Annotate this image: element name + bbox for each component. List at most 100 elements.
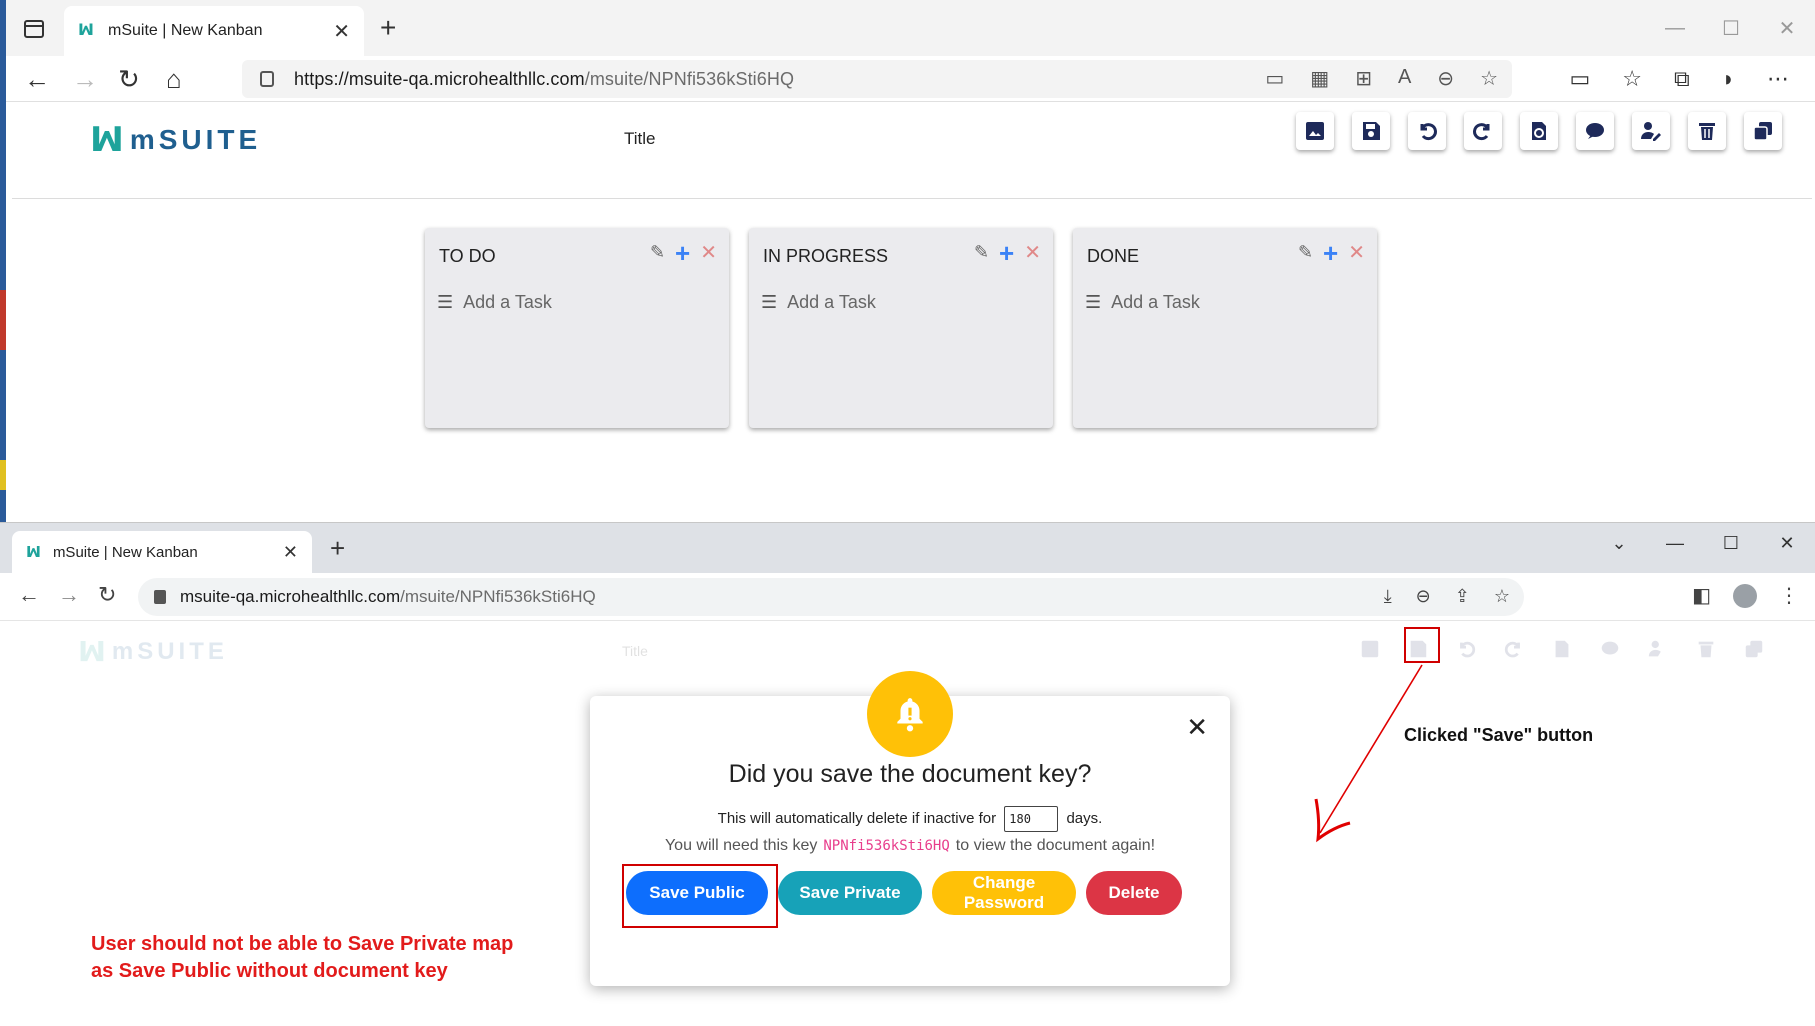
- copy-button[interactable]: [1744, 112, 1782, 150]
- minimize-icon[interactable]: —: [1647, 523, 1703, 563]
- remove-column-icon[interactable]: ✕: [700, 240, 717, 265]
- address-bar[interactable]: https://msuite-qa.microhealthllc.com/msu…: [242, 60, 1512, 98]
- close-icon[interactable]: ✕: [1186, 714, 1208, 740]
- kanban-column-todo: TO DO ✎ + ✕ ☰ Add a Task: [425, 228, 729, 428]
- copy-icon: [1753, 122, 1772, 141]
- favorites-icon[interactable]: ☆: [1622, 66, 1642, 92]
- share-icon[interactable]: ⇪: [1455, 586, 1470, 607]
- comment-button[interactable]: [1576, 112, 1614, 150]
- msuite-logo-icon: ꟽ: [78, 636, 106, 667]
- column-actions: ✎ + ✕: [1298, 240, 1365, 266]
- side-panel-icon[interactable]: ◧: [1692, 583, 1711, 608]
- inactive-days-input[interactable]: 180: [1004, 806, 1059, 832]
- qr-code-icon[interactable]: ▦: [1310, 66, 1329, 91]
- restore-button[interactable]: [1520, 112, 1558, 150]
- annotation-line-1: User should not be able to Save Private …: [91, 933, 514, 955]
- add-task-label: Add a Task: [1111, 292, 1200, 312]
- comment-icon: [1586, 123, 1604, 139]
- annotation-issue-note: User should not be able to Save Private …: [91, 931, 551, 985]
- address-bar-icons: ▭ ▦ ⊞ A ⊖ ☆: [1265, 66, 1498, 91]
- add-task-button[interactable]: ☰ Add a Task: [1085, 292, 1200, 313]
- user-edit-icon: [1641, 122, 1661, 141]
- tab-search-icon[interactable]: ⌄: [1591, 523, 1647, 563]
- add-task-button[interactable]: ☰ Add a Task: [761, 292, 876, 313]
- trash-icon: [1699, 123, 1715, 140]
- home-icon[interactable]: ⌂: [166, 64, 182, 94]
- copy-button: [1738, 633, 1770, 665]
- save-private-button[interactable]: Save Private: [778, 871, 922, 915]
- reload-icon[interactable]: ↻: [118, 64, 140, 94]
- lock-icon[interactable]: [260, 71, 274, 87]
- maximize-icon[interactable]: ☐: [1703, 0, 1759, 56]
- profile-icon[interactable]: ◗: [1722, 66, 1735, 92]
- forward-icon[interactable]: →: [58, 582, 80, 608]
- document-title[interactable]: Title: [624, 129, 656, 149]
- url-text: msuite-qa.microhealthllc.com/msuite/NPNf…: [180, 587, 596, 607]
- apps-icon[interactable]: ⊞: [1355, 66, 1372, 91]
- bookmark-icon[interactable]: ☆: [1494, 586, 1510, 607]
- zoom-out-icon[interactable]: ⊖: [1437, 66, 1454, 91]
- delete-button[interactable]: [1688, 112, 1726, 150]
- collections-icon[interactable]: ⧉: [1674, 66, 1690, 92]
- msuite-logo-icon: ꟽ: [90, 121, 124, 159]
- add-column-icon[interactable]: +: [675, 240, 690, 266]
- add-task-button[interactable]: ☰ Add a Task: [437, 292, 552, 313]
- browser-tab[interactable]: ꟽ mSuite | New Kanban ✕: [64, 6, 364, 56]
- more-menu-icon[interactable]: ⋯: [1767, 66, 1789, 92]
- redo-button[interactable]: [1464, 112, 1502, 150]
- address-bar[interactable]: msuite-qa.microhealthllc.com/msuite/NPNf…: [138, 578, 1524, 616]
- annotation-clicked-save: Clicked "Save" button: [1404, 725, 1594, 745]
- browser-tools: ▭ ☆ ⧉ ◗ ⋯: [1569, 66, 1789, 92]
- back-icon[interactable]: ←: [24, 64, 50, 94]
- new-tab-icon[interactable]: +: [380, 14, 396, 42]
- profile-avatar-icon[interactable]: [1733, 583, 1757, 608]
- column-actions: ✎ + ✕: [974, 240, 1041, 266]
- remove-column-icon[interactable]: ✕: [1348, 240, 1365, 265]
- close-window-icon[interactable]: ✕: [1759, 0, 1815, 56]
- change-password-button[interactable]: Change Password: [932, 871, 1076, 915]
- document-key-text: You will need this key NPNfi536kSti6HQ to …: [590, 837, 1230, 855]
- user-edit-button[interactable]: [1632, 112, 1670, 150]
- add-favorite-icon[interactable]: ☆: [1480, 66, 1498, 91]
- more-menu-icon[interactable]: ⋮: [1779, 583, 1799, 608]
- browser-tab[interactable]: ꟽ mSuite | New Kanban ✕: [12, 531, 312, 573]
- document-key: NPNfi536kSti6HQ: [823, 838, 950, 854]
- image-icon: [1306, 122, 1324, 140]
- add-task-label: Add a Task: [463, 292, 552, 312]
- reload-icon[interactable]: ↻: [98, 582, 116, 608]
- new-tab-icon[interactable]: +: [330, 533, 345, 564]
- undo-button[interactable]: [1408, 112, 1446, 150]
- install-app-icon[interactable]: ⤓: [1384, 586, 1392, 607]
- bell-badge: [867, 671, 953, 757]
- pin-icon[interactable]: ✎: [974, 242, 989, 263]
- tab-actions-icon[interactable]: [24, 20, 44, 38]
- image-button[interactable]: [1296, 112, 1334, 150]
- tab-close-icon[interactable]: ✕: [333, 19, 350, 44]
- zoom-icon[interactable]: ⊖: [1416, 586, 1431, 607]
- key-prefix: You will need this key: [664, 837, 818, 854]
- delete-button[interactable]: Delete: [1086, 871, 1182, 915]
- save-button[interactable]: [1352, 112, 1390, 150]
- maximize-icon[interactable]: ☐: [1703, 523, 1759, 563]
- read-aloud-icon[interactable]: A: [1398, 66, 1411, 91]
- window-controls: — ☐ ✕: [1647, 0, 1815, 56]
- close-window-icon[interactable]: ✕: [1759, 523, 1815, 563]
- minimize-icon[interactable]: —: [1647, 0, 1703, 56]
- lock-icon[interactable]: [154, 590, 166, 604]
- browser-toolbar: ← → ↻ msuite-qa.microhealthllc.com/msuit…: [0, 573, 1815, 621]
- column-title[interactable]: IN PROGRESS: [763, 246, 888, 267]
- app-available-icon[interactable]: ▭: [1265, 66, 1284, 91]
- add-column-icon[interactable]: +: [1323, 240, 1338, 266]
- tab-close-icon[interactable]: ✕: [283, 542, 298, 563]
- back-icon[interactable]: ←: [18, 582, 40, 608]
- forward-icon[interactable]: →: [72, 64, 98, 94]
- add-column-icon[interactable]: +: [999, 240, 1014, 266]
- column-title[interactable]: TO DO: [439, 246, 496, 267]
- copy-icon: [1745, 640, 1763, 658]
- pin-icon[interactable]: ✎: [1298, 242, 1313, 263]
- pin-icon[interactable]: ✎: [650, 242, 665, 263]
- remove-column-icon[interactable]: ✕: [1024, 240, 1041, 265]
- column-title[interactable]: DONE: [1087, 246, 1139, 267]
- cast-icon[interactable]: ▭: [1569, 66, 1590, 92]
- msuite-logo[interactable]: ꟽ mSUITE: [90, 120, 261, 160]
